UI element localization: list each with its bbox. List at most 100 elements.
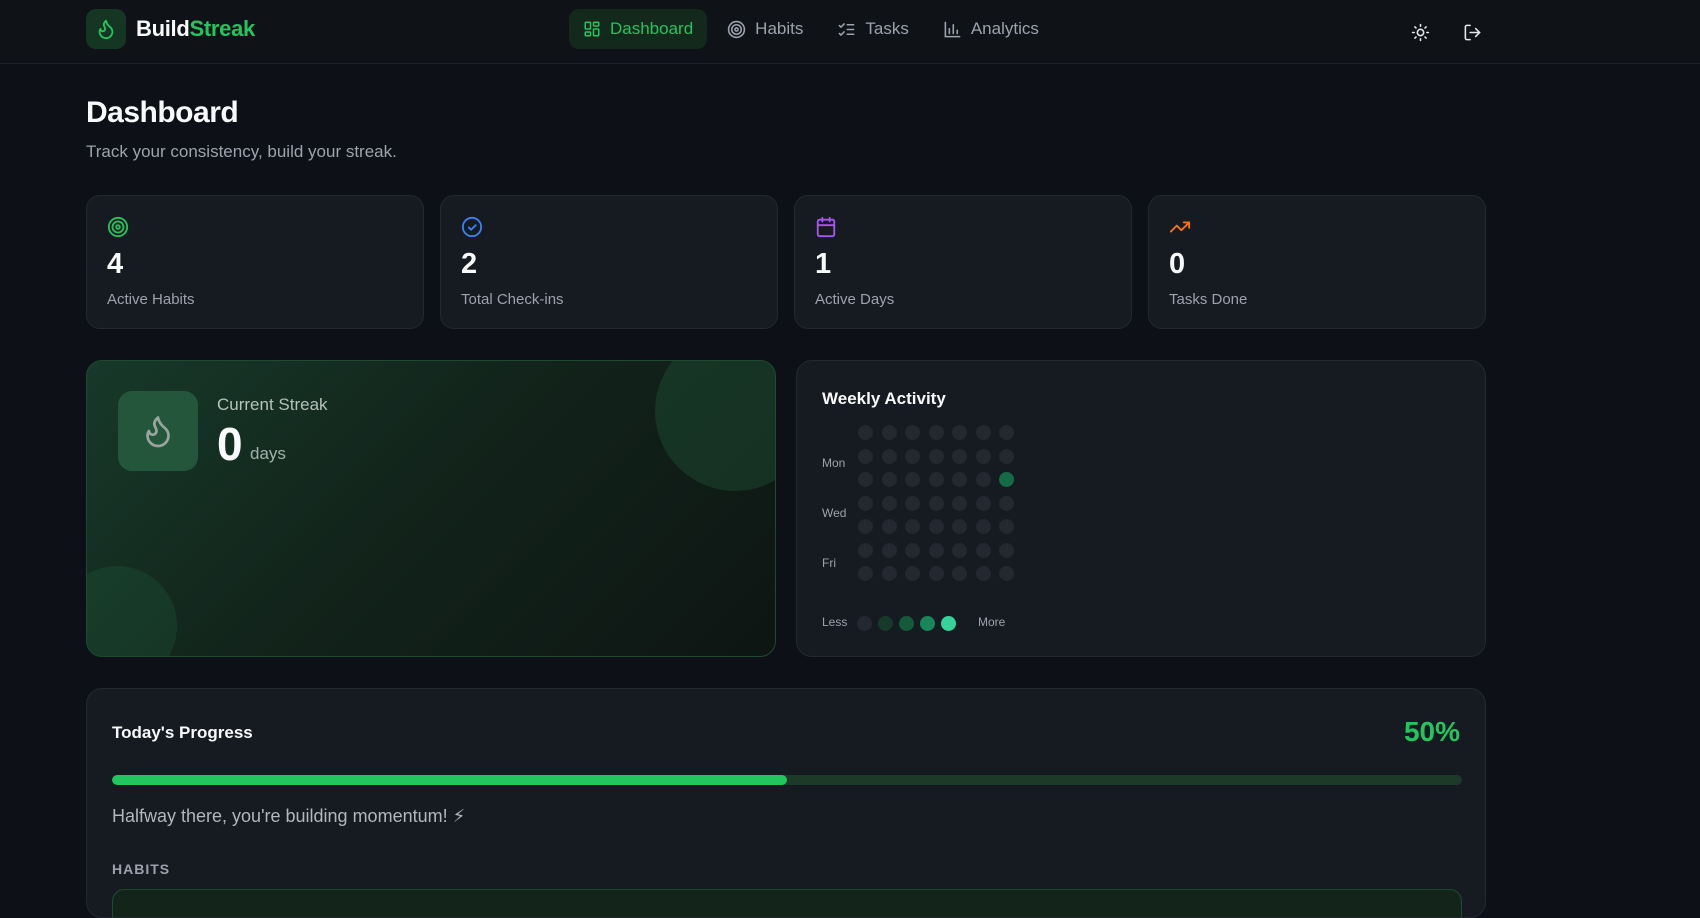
activity-cell	[881, 495, 897, 511]
progress-title: Today's Progress	[112, 723, 253, 742]
legend-swatch	[941, 616, 956, 631]
streak-unit: days	[250, 444, 286, 463]
activity-cell	[858, 448, 873, 464]
day-label-fri: Fri	[822, 556, 836, 570]
activity-cell	[999, 495, 1014, 511]
bar-chart-icon	[944, 21, 961, 37]
activity-cell	[905, 495, 920, 511]
activity-cell	[999, 425, 1014, 440]
progress-message: Halfway there, you're building momentum!…	[112, 806, 466, 826]
activity-cell	[952, 425, 967, 440]
theme-toggle-button[interactable]	[1404, 16, 1436, 48]
day-label-wed: Wed	[822, 506, 847, 520]
stat-card-tasks-done: 0 Tasks Done	[1148, 195, 1486, 329]
decorative-circle	[87, 566, 177, 656]
legend-swatch	[899, 616, 914, 631]
stat-card-active-habits: 4 Active Habits	[86, 195, 424, 329]
habit-item[interactable]	[112, 889, 1462, 917]
activity-cell	[928, 542, 944, 558]
activity-cell	[952, 566, 967, 581]
stat-label: Total Check-ins	[461, 291, 564, 308]
activity-cell	[975, 519, 991, 534]
stat-label: Tasks Done	[1169, 291, 1248, 308]
logout-icon	[1464, 24, 1480, 40]
activity-cell	[975, 542, 991, 558]
activity-cell	[928, 425, 944, 440]
todays-progress-card: Today's Progress 50% Halfway there, you'…	[86, 688, 1486, 918]
top-navigation-bar: BuildStreak Dashboard Habits Tasks Analy…	[0, 0, 1700, 64]
activity-cell	[858, 425, 873, 440]
brand-name-part1: Build	[136, 16, 190, 41]
habits-section-heading: HABITS	[112, 861, 171, 877]
activity-cell	[881, 519, 897, 534]
activity-cell	[858, 542, 873, 558]
legend-swatch	[878, 616, 893, 631]
weekly-activity-title: Weekly Activity	[822, 389, 946, 408]
stat-label: Active Days	[815, 291, 895, 308]
activity-cell	[881, 542, 897, 558]
activity-cell	[928, 519, 944, 534]
stat-value: 1	[815, 248, 832, 280]
activity-cell	[999, 566, 1014, 581]
activity-cell	[975, 566, 991, 581]
activity-cell	[858, 519, 873, 534]
weekly-activity-card: Weekly Activity Mon Wed Fri Less More	[796, 360, 1486, 657]
progress-bar	[112, 775, 1462, 785]
brand-name: BuildStreak	[136, 16, 255, 42]
activity-cell	[999, 448, 1014, 464]
page-title: Dashboard	[86, 96, 239, 129]
logout-button[interactable]	[1456, 16, 1488, 48]
brand[interactable]: BuildStreak	[86, 9, 255, 49]
nav-habits[interactable]: Habits	[713, 9, 817, 49]
trending-up-icon	[1169, 221, 1191, 233]
progress-percent: 50%	[1403, 716, 1460, 747]
dashboard-grid-icon	[584, 21, 600, 37]
activity-cell	[952, 448, 967, 464]
activity-cell	[881, 566, 897, 581]
calendar-icon	[816, 216, 836, 238]
activity-cell	[952, 472, 967, 487]
nav-dashboard[interactable]: Dashboard	[569, 9, 708, 49]
activity-cell	[858, 495, 873, 511]
sun-icon	[1411, 23, 1429, 41]
activity-cell	[905, 448, 920, 464]
page-subtitle: Track your consistency, build your strea…	[86, 142, 397, 161]
activity-cell	[905, 542, 920, 558]
nav-tasks-label: Tasks	[865, 19, 909, 38]
nav-tasks[interactable]: Tasks	[823, 9, 922, 49]
stat-value: 0	[1169, 248, 1186, 280]
stat-value: 4	[107, 248, 124, 280]
activity-cell	[928, 566, 944, 581]
activity-cell	[999, 542, 1014, 558]
activity-cell	[881, 425, 897, 440]
stat-card-active-days: 1 Active Days	[794, 195, 1132, 329]
activity-cell	[952, 495, 967, 511]
progress-bar-fill	[112, 775, 787, 785]
activity-cell	[881, 472, 897, 487]
activity-cell	[952, 542, 967, 558]
nav-analytics[interactable]: Analytics	[929, 9, 1053, 49]
activity-cell	[999, 472, 1014, 487]
target-icon	[727, 20, 746, 38]
top-actions	[1404, 16, 1488, 48]
flame-icon	[118, 391, 198, 471]
stat-label: Active Habits	[107, 291, 195, 308]
activity-cell	[905, 566, 920, 581]
checklist-icon	[838, 22, 855, 36]
activity-cell	[905, 472, 920, 487]
nav-habits-label: Habits	[755, 19, 804, 38]
activity-cell	[928, 472, 944, 487]
target-icon	[107, 216, 129, 238]
day-label-mon: Mon	[822, 456, 846, 470]
activity-cell	[858, 472, 873, 487]
legend-more-label: More	[978, 615, 1006, 629]
activity-cell	[905, 425, 920, 440]
activity-cell	[975, 425, 991, 440]
nav-dashboard-label: Dashboard	[610, 19, 694, 38]
activity-cell	[952, 519, 967, 534]
activity-cell	[975, 472, 991, 487]
streak-label: Current Streak	[217, 395, 328, 414]
activity-cell	[881, 448, 897, 464]
streak-value: 0	[217, 418, 243, 470]
flame-icon	[86, 9, 126, 49]
